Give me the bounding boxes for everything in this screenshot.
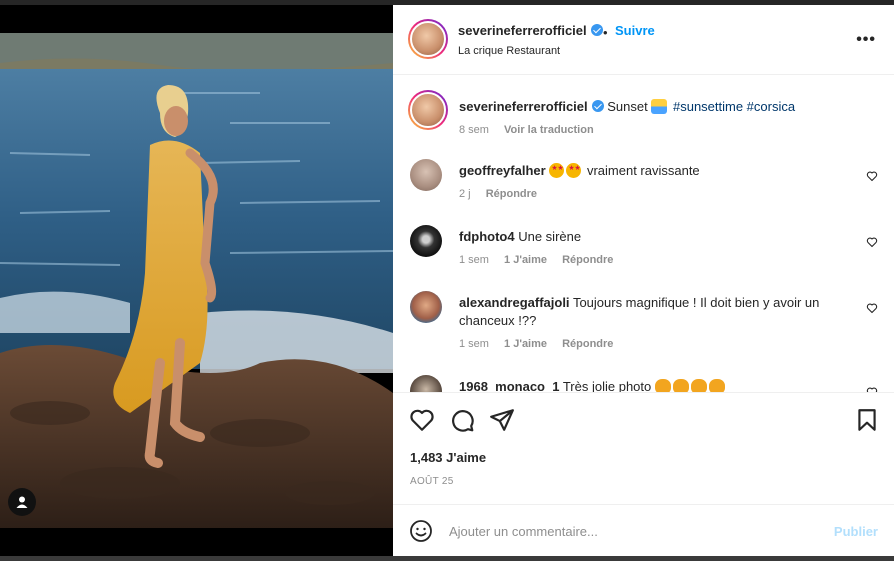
comment-composer: Publier <box>393 504 894 556</box>
commenter-avatar[interactable] <box>410 291 442 323</box>
caption-body: Sunset <box>607 99 648 114</box>
comment-likes-count[interactable]: 1 J'aime <box>504 338 547 350</box>
comment-username[interactable]: geoffreyfalher <box>459 163 546 178</box>
sunset-emoji-icon <box>651 99 668 114</box>
commenter-avatar[interactable] <box>410 159 442 191</box>
likes-count[interactable]: 1,483 J'aime <box>410 450 486 465</box>
more-options-icon[interactable]: ••• <box>856 31 876 49</box>
clapping-hands-emoji-icon <box>690 379 707 392</box>
comment-row: geoffreyfalher vraiment ravissante 2 j R… <box>393 156 894 216</box>
author-username-text[interactable]: severineferrerofficiel <box>458 23 587 38</box>
commenter-avatar[interactable] <box>410 225 442 257</box>
heart-icon[interactable] <box>409 407 435 433</box>
comment-meta: 1 sem 1 J'aime Répondre <box>459 254 625 266</box>
caption-hashtags[interactable]: #sunsettime #corsica <box>673 99 795 114</box>
comments-list[interactable]: severineferrerofficiel Sunset #sunsettim… <box>393 76 894 392</box>
caption-username[interactable]: severineferrerofficiel <box>459 99 588 114</box>
comment-username[interactable]: fdphoto4 <box>459 229 515 244</box>
verified-badge-icon <box>591 100 604 112</box>
clapping-hands-emoji-icon <box>654 379 671 392</box>
action-bar <box>393 399 894 439</box>
post-dialog: severineferrerofficiel • Suivre La criqu… <box>0 5 894 556</box>
user-icon <box>16 496 28 508</box>
post-header: severineferrerofficiel • Suivre La criqu… <box>393 5 894 75</box>
star-eyes-emoji-icon <box>566 163 582 178</box>
comment-like-heart-icon[interactable] <box>866 170 878 182</box>
comment-text: fdphoto4 Une sirène <box>459 228 854 246</box>
follow-button[interactable]: Suivre <box>615 23 655 38</box>
photo-illustration <box>0 33 393 528</box>
comment-row: 1968_monaco_1 Très jolie photo <box>393 372 894 392</box>
comment-row: fdphoto4 Une sirène 1 sem 1 J'aime Répon… <box>393 222 894 282</box>
comment-time[interactable]: 1 sem <box>459 338 489 350</box>
smiley-icon[interactable] <box>409 519 433 543</box>
author-avatar[interactable] <box>408 19 448 59</box>
reply-button[interactable]: Répondre <box>562 338 613 350</box>
verified-badge-icon <box>590 24 603 36</box>
commenter-avatar[interactable] <box>410 375 442 392</box>
clapping-hands-emoji-icon <box>708 379 725 392</box>
comment-body: Très jolie photo <box>562 379 652 392</box>
comment-likes-count[interactable]: 1 J'aime <box>504 254 547 266</box>
clapping-hands-emoji-icon <box>672 379 689 392</box>
caption-text: severineferrerofficiel Sunset #sunsettim… <box>459 98 854 116</box>
post-date[interactable]: AOÛT 25 <box>410 476 454 487</box>
comment-like-heart-icon[interactable] <box>866 236 878 248</box>
comment-time[interactable]: 1 sem <box>459 254 489 266</box>
comment-text: alexandregaffajoli Toujours magnifique !… <box>459 294 854 330</box>
comment-time[interactable]: 2 j <box>459 188 471 200</box>
post-panel: severineferrerofficiel • Suivre La criqu… <box>393 5 894 556</box>
translate-button[interactable]: Voir la traduction <box>504 124 594 136</box>
divider <box>393 392 894 393</box>
comment-username[interactable]: alexandregaffajoli <box>459 295 570 310</box>
user-tag-button[interactable] <box>8 488 36 516</box>
comment-meta: 1 sem 1 J'aime Répondre <box>459 338 625 350</box>
caption-time[interactable]: 8 sem <box>459 124 489 136</box>
comment-body: vraiment ravissante <box>586 163 700 178</box>
reply-button[interactable]: Répondre <box>486 188 537 200</box>
comment-meta: 2 j Répondre <box>459 188 549 200</box>
post-media <box>0 5 393 556</box>
comment-input[interactable] <box>449 517 809 545</box>
comment-text: 1968_monaco_1 Très jolie photo <box>459 378 854 392</box>
caption-row: severineferrerofficiel Sunset #sunsettim… <box>393 90 894 150</box>
bookmark-icon[interactable] <box>854 407 880 433</box>
publish-button[interactable]: Publier <box>834 524 878 539</box>
comment-username[interactable]: 1968_monaco_1 <box>459 379 559 392</box>
star-eyes-emoji-icon <box>549 163 565 178</box>
comment-text: geoffreyfalher vraiment ravissante <box>459 162 854 180</box>
post-location[interactable]: La crique Restaurant <box>458 45 560 57</box>
reply-button[interactable]: Répondre <box>562 254 613 266</box>
comment-icon[interactable] <box>449 407 475 433</box>
comment-body: Une sirène <box>518 229 582 244</box>
caption-meta: 8 sem Voir la traduction <box>459 124 606 136</box>
comment-row: alexandregaffajoli Toujours magnifique !… <box>393 288 894 358</box>
author-username[interactable]: severineferrerofficiel <box>458 23 603 38</box>
post-photo[interactable] <box>0 33 393 528</box>
header-separator: • <box>603 25 608 40</box>
paper-plane-icon[interactable] <box>489 407 515 433</box>
caption-avatar[interactable] <box>408 90 448 130</box>
comment-like-heart-icon[interactable] <box>866 302 878 314</box>
